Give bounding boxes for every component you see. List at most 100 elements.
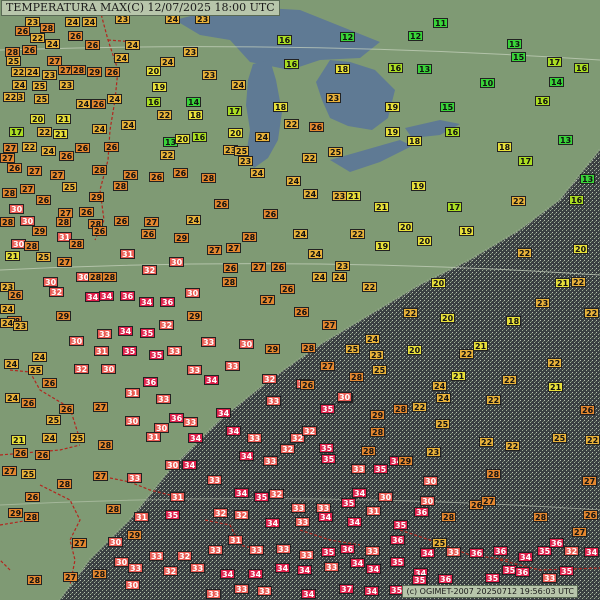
- station-temp-marker: 30: [43, 277, 59, 287]
- station-temp-marker: 25: [435, 419, 451, 429]
- station-temp-marker: 24: [42, 433, 58, 443]
- station-temp-marker: 22: [479, 437, 495, 447]
- station-temp-marker: 26: [35, 450, 51, 460]
- station-temp-marker: 26: [583, 510, 599, 520]
- station-temp-marker: 27: [481, 496, 497, 506]
- station-temp-marker: 35: [320, 404, 336, 414]
- station-temp-marker: 17: [447, 202, 463, 212]
- station-temp-marker: 26: [114, 216, 130, 226]
- station-temp-marker: 28: [0, 217, 16, 227]
- station-temp-marker: 29: [127, 530, 143, 540]
- station-temp-marker: 33: [351, 464, 367, 474]
- station-temp-marker: 30: [9, 204, 25, 214]
- station-temp-marker: 26: [580, 405, 596, 415]
- station-temp-marker: 33: [97, 329, 113, 339]
- station-temp-marker: 24: [25, 67, 41, 77]
- station-temp-marker: 34: [188, 433, 204, 443]
- station-temp-marker: 23: [202, 70, 218, 80]
- station-temp-marker: 22: [3, 92, 19, 102]
- station-temp-marker: 19: [375, 241, 391, 251]
- station-temp-marker: 20: [30, 114, 46, 124]
- station-temp-marker: 33: [190, 563, 206, 573]
- station-temp-marker: 24: [308, 249, 324, 259]
- station-temp-marker: 24: [92, 124, 108, 134]
- station-temp-marker: 36: [414, 507, 430, 517]
- station-temp-marker: 16: [284, 59, 300, 69]
- station-temp-marker: 22: [30, 33, 46, 43]
- station-temp-marker: 37: [339, 584, 355, 594]
- station-temp-marker: 34: [182, 460, 198, 470]
- station-temp-marker: 13: [558, 135, 574, 145]
- station-temp-marker: 30: [423, 476, 439, 486]
- station-temp-marker: 28: [2, 188, 18, 198]
- station-temp-marker: 26: [123, 170, 139, 180]
- station-temp-marker: 32: [142, 265, 158, 275]
- station-temp-marker: 31: [170, 492, 186, 502]
- station-temp-marker: 27: [144, 217, 160, 227]
- station-temp-marker: 26: [22, 45, 38, 55]
- station-temp-marker: 35: [412, 575, 428, 585]
- station-temp-marker: 36: [469, 548, 485, 558]
- station-temp-marker: 23: [238, 156, 254, 166]
- station-temp-marker: 27: [57, 257, 73, 267]
- station-temp-marker: 27: [226, 243, 242, 253]
- station-temp-marker: 28: [242, 232, 258, 242]
- station-temp-marker: 26: [214, 199, 230, 209]
- station-temp-marker: 22: [22, 142, 38, 152]
- station-temp-marker: 13: [507, 39, 523, 49]
- station-temp-marker: 22: [37, 127, 53, 137]
- station-temp-marker: 24: [45, 39, 61, 49]
- station-temp-marker: 34: [352, 488, 368, 498]
- station-temp-marker: 20: [398, 222, 414, 232]
- station-temp-marker: 36: [120, 291, 136, 301]
- station-temp-marker: 27: [50, 170, 66, 180]
- station-temp-marker: 31: [120, 249, 136, 259]
- station-temp-marker: 28: [393, 404, 409, 414]
- station-temp-marker: 24: [332, 272, 348, 282]
- station-temp-marker: 33: [156, 394, 172, 404]
- station-temp-marker: 35: [393, 520, 409, 530]
- station-temp-marker: 28: [301, 343, 317, 353]
- station-temp-marker: 13: [417, 64, 433, 74]
- station-temp-marker: 27: [322, 320, 338, 330]
- station-temp-marker: 33: [201, 337, 217, 347]
- station-temp-marker: 22: [362, 282, 378, 292]
- station-temp-marker: 33: [446, 547, 462, 557]
- station-temp-marker: 34: [216, 408, 232, 418]
- station-temp-marker: 19: [411, 181, 427, 191]
- station-temp-marker: 26: [173, 168, 189, 178]
- station-temp-marker: 24: [286, 176, 302, 186]
- station-temp-marker: 22: [571, 277, 587, 287]
- station-temp-marker: 36: [160, 297, 176, 307]
- station-temp-marker: 26: [21, 398, 37, 408]
- station-temp-marker: 32: [74, 364, 90, 374]
- station-temp-marker: 10: [480, 78, 496, 88]
- station-temp-marker: 16: [277, 35, 293, 45]
- station-temp-marker: 29: [56, 311, 72, 321]
- station-temp-marker: 12: [408, 31, 424, 41]
- station-temp-marker: 32: [234, 510, 250, 520]
- station-temp-marker: 19: [459, 226, 475, 236]
- station-temp-marker: 33: [225, 361, 241, 371]
- station-temp-marker: 29: [265, 344, 281, 354]
- station-temp-marker: 24: [114, 53, 130, 63]
- station-temp-marker: 16: [535, 96, 551, 106]
- station-temp-marker: 22: [517, 248, 533, 258]
- station-temp-marker: 33: [266, 396, 282, 406]
- station-temp-marker: 33: [128, 563, 144, 573]
- station-temp-marker: 17: [518, 156, 534, 166]
- station-temp-marker: 33: [257, 586, 273, 596]
- station-temp-marker: 26: [15, 26, 31, 36]
- station-temp-marker: 34: [204, 375, 220, 385]
- station-temp-marker: 25: [432, 538, 448, 548]
- station-temp-marker: 30: [165, 460, 181, 470]
- station-temp-marker: 35: [485, 573, 501, 583]
- station-temp-marker: 27: [572, 527, 588, 537]
- station-temp-marker: 28: [24, 241, 40, 251]
- station-temp-marker: 34: [275, 563, 291, 573]
- station-temp-marker: 25: [552, 433, 568, 443]
- station-temp-marker: 33: [295, 517, 311, 527]
- station-temp-marker: 17: [227, 106, 243, 116]
- station-temp-marker: 27: [27, 166, 43, 176]
- station-temp-marker: 28: [533, 512, 549, 522]
